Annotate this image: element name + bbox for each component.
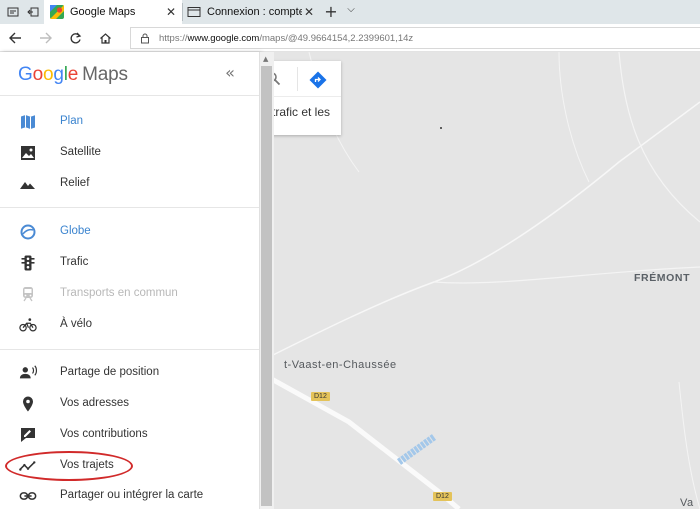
logo-google: Google [18, 64, 79, 85]
tab-preview-icon[interactable] [4, 3, 22, 21]
road-badge: D12 [433, 492, 452, 501]
menu-item-label: Plan [60, 115, 84, 127]
menu-header: Google Maps « [0, 52, 260, 96]
address-url: https://www.google.com/maps/@49.9664154,… [159, 32, 414, 44]
menu-item-contributions[interactable]: Vos contributions [0, 421, 260, 449]
layer-hint-text: trafic et les [272, 105, 331, 119]
menu-item-label: Relief [60, 177, 90, 189]
menu-item-satellite[interactable]: Satellite [0, 139, 260, 167]
menu-item-label: Vos contributions [60, 428, 148, 440]
set-tabs-aside-icon[interactable] [24, 3, 42, 21]
google-maps-logo: Google Maps [18, 64, 128, 86]
location-sharing-icon [19, 365, 37, 379]
map-label-town: FRÉMONT [634, 272, 691, 284]
tab-title: Google Maps [70, 6, 136, 18]
map-icon [21, 115, 35, 129]
back-arrow-icon[interactable] [6, 29, 24, 47]
chevron-down-icon[interactable]: ⌵ [343, 4, 359, 20]
menu-item-label: Vos adresses [60, 397, 130, 409]
scrollbar-thumb[interactable] [261, 66, 272, 506]
toolbar-divider [297, 67, 298, 91]
menu-item-velo[interactable]: À vélo [0, 311, 260, 339]
menu-item-plan[interactable]: Plan [0, 108, 260, 136]
menu-item-label: Transports en commun [60, 287, 178, 299]
bike-icon [19, 318, 37, 332]
link-icon [19, 492, 37, 500]
menu-item-partager-carte[interactable]: Partager ou intégrer la carte [0, 482, 260, 509]
tab-google-maps[interactable]: Google Maps ✕ [44, 0, 182, 24]
transit-icon [23, 287, 33, 302]
menu-item-label: Partager ou intégrer la carte [60, 489, 204, 501]
browser-nav-bar: https://www.google.com/maps/@49.9664154,… [0, 24, 700, 52]
collapse-menu-icon[interactable]: « [221, 63, 239, 83]
new-tab-icon[interactable]: + [322, 2, 340, 22]
satellite-icon [21, 146, 35, 160]
road-badge: D12 [311, 392, 330, 401]
menu-item-label: Partage de position [60, 366, 160, 378]
menu-item-label: Satellite [60, 146, 101, 158]
globe-icon [20, 224, 36, 240]
address-bar[interactable]: https://www.google.com/maps/@49.9664154,… [130, 27, 700, 49]
menu-item-adresses[interactable]: Vos adresses [0, 390, 260, 418]
menu-item-globe[interactable]: Globe [0, 218, 260, 246]
traffic-icon [21, 255, 35, 271]
tab-title: Connexion : comptes Goog [207, 6, 302, 18]
menu-divider [0, 207, 260, 208]
google-maps-favicon-icon [50, 5, 64, 19]
map-label-edge: Va [680, 497, 694, 509]
page-icon [187, 7, 201, 17]
menu-item-label: Globe [60, 225, 91, 237]
lock-icon [141, 33, 149, 44]
menu-item-partage-position[interactable]: Partage de position [0, 359, 260, 387]
place-pin-icon [23, 396, 33, 412]
menu-divider [0, 349, 260, 350]
close-icon[interactable]: ✕ [302, 5, 316, 19]
terrain-icon [20, 182, 35, 189]
contributions-icon [21, 428, 35, 442]
home-icon[interactable] [96, 29, 114, 47]
annotation-ring [5, 451, 133, 481]
menu-item-transports[interactable]: Transports en commun [0, 280, 260, 308]
map-label-village: t-Vaast-en-Chaussée [284, 359, 397, 371]
menu-item-label: Trafic [60, 256, 89, 268]
forward-arrow-icon[interactable] [36, 29, 54, 47]
side-menu: Google Maps « Plan Satellite Relief Glob… [0, 52, 260, 509]
menu-item-relief[interactable]: Relief [0, 170, 260, 198]
directions-icon[interactable] [309, 71, 327, 89]
scroll-up-arrow-icon[interactable]: ▲ [263, 55, 268, 63]
logo-maps: Maps [82, 64, 128, 85]
tab-connexion[interactable]: Connexion : comptes Goog ✕ [183, 0, 320, 24]
browser-tab-bar: Google Maps ✕ Connexion : comptes Goog ✕… [0, 0, 700, 24]
menu-item-label: À vélo [60, 318, 92, 330]
close-icon[interactable]: ✕ [164, 5, 178, 19]
refresh-icon[interactable] [66, 29, 84, 47]
menu-item-trafic[interactable]: Trafic [0, 249, 260, 277]
